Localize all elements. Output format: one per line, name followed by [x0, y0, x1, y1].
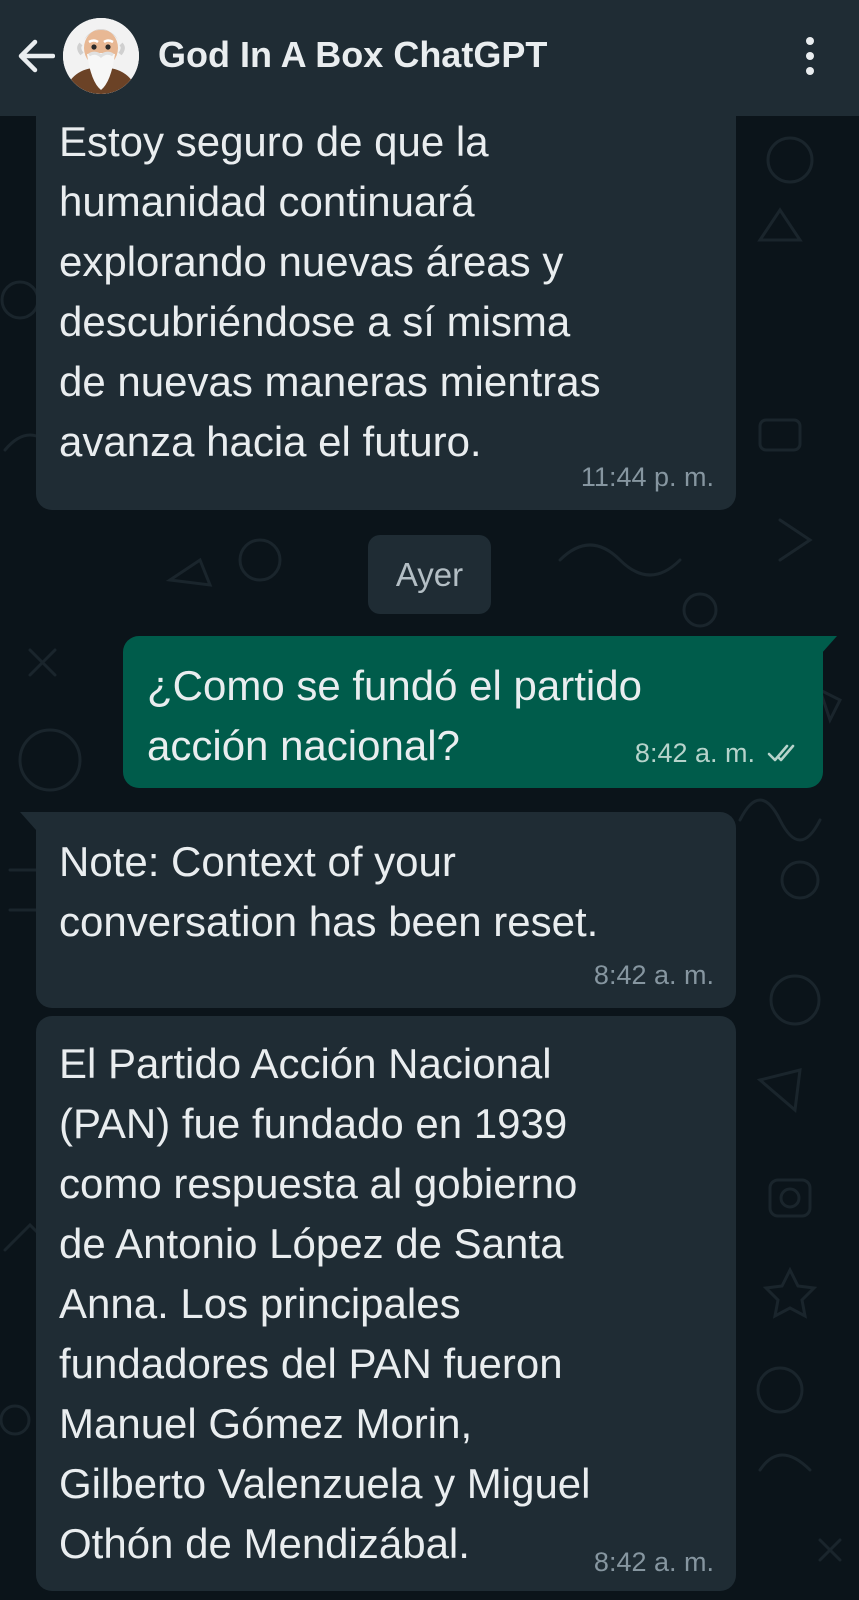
- message-time: 11:44 p. m.: [580, 462, 714, 492]
- message-text: El Partido Acción Nacional (PAN) fue fun…: [59, 1040, 591, 1567]
- arrow-left-icon: [18, 39, 55, 73]
- bearded-old-man-avatar: [63, 18, 139, 94]
- back-button[interactable]: [12, 30, 60, 82]
- message-bubble-outgoing[interactable]: ¿Como se fundó el partido acción naciona…: [123, 636, 837, 788]
- message-bubble-incoming[interactable]: Estoy seguro de que la humanidad continu…: [36, 60, 736, 510]
- message-time: 8:42 a. m.: [593, 1547, 714, 1577]
- message-bubble-incoming[interactable]: El Partido Acción Nacional (PAN) fue fun…: [36, 1016, 736, 1591]
- chat-screen: Estoy seguro de que la humanidad continu…: [0, 0, 859, 1600]
- contact-avatar[interactable]: [63, 18, 139, 94]
- message-bubble-incoming[interactable]: Note: Context of your conversation has b…: [20, 812, 736, 1008]
- bubble-tail: [821, 636, 837, 654]
- date-separator: Ayer: [368, 535, 491, 614]
- double-check-icon: [767, 744, 795, 762]
- chat-title[interactable]: God In A Box ChatGPT: [158, 34, 547, 76]
- chat-header: God In A Box ChatGPT: [0, 0, 859, 116]
- message-text: Note: Context of your conversation has b…: [59, 838, 599, 945]
- more-options-button[interactable]: [786, 30, 834, 82]
- bubble-tail: [20, 812, 36, 830]
- message-time: 8:42 a. m.: [634, 738, 755, 768]
- more-vertical-icon: [806, 37, 814, 45]
- message-text: Estoy seguro de que la humanidad continu…: [59, 118, 601, 465]
- message-time: 8:42 a. m.: [593, 960, 714, 990]
